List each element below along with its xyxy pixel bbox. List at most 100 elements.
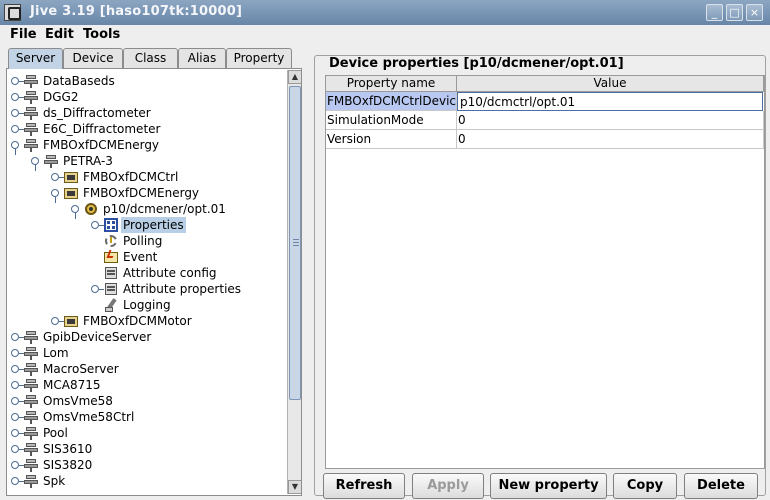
server-tree[interactable]: DataBaseds DGG2 ds_Diffractometer E6C_Diffr…	[6, 68, 302, 496]
collapse-handle-icon[interactable]	[11, 141, 19, 155]
collapse-handle-icon[interactable]	[71, 205, 79, 219]
tree-node[interactable]: Attribute config	[7, 265, 285, 281]
tree-node-label[interactable]: DGG2	[43, 89, 78, 105]
tree-vertical-scrollbar[interactable]: ▲ ▼	[287, 70, 301, 494]
tree-node-label[interactable]: MCA8715	[43, 377, 100, 393]
tree-node-label[interactable]: SIS3610	[43, 441, 92, 457]
collapse-handle-icon[interactable]	[51, 189, 59, 203]
collapse-handle-icon[interactable]	[31, 157, 39, 171]
table-cell-name[interactable]: Version	[326, 130, 457, 149]
tree-node-label[interactable]: DataBaseds	[43, 73, 115, 89]
tree-node[interactable]: MacroServer	[7, 361, 285, 377]
tree-node-label[interactable]: Attribute properties	[123, 281, 241, 297]
tree-node[interactable]: Pool	[7, 425, 285, 441]
tree-node-label[interactable]: OmsVme58	[43, 393, 113, 409]
tree-node[interactable]: p10/dcmener/opt.01	[7, 201, 285, 219]
tab-property[interactable]: Property	[226, 48, 292, 68]
new-property-button[interactable]: New property	[490, 473, 607, 499]
menu-edit[interactable]: Edit	[45, 27, 74, 42]
tree-node[interactable]: Polling	[7, 233, 285, 249]
tree-node-label[interactable]: FMBOxfDCMEnergy	[43, 137, 159, 153]
tree-node-label[interactable]: Properties	[121, 217, 186, 233]
tree-node[interactable]: MCA8715	[7, 377, 285, 393]
apply-button[interactable]: Apply	[412, 473, 484, 499]
tree-node-label[interactable]: SIS3820	[43, 457, 92, 473]
scroll-thumb[interactable]	[289, 86, 301, 400]
tree-node[interactable]: FMBOxfDCMEnergy	[7, 185, 285, 203]
tree-node-label[interactable]: MacroServer	[43, 361, 119, 377]
expand-handle-icon[interactable]	[11, 125, 24, 133]
tree-node[interactable]: OmsVme58	[7, 393, 285, 409]
scroll-down-arrow[interactable]: ▼	[288, 480, 301, 494]
menu-file[interactable]: File	[10, 27, 37, 42]
expand-handle-icon[interactable]	[91, 221, 104, 229]
properties-table[interactable]: Property name Value FMBOxfDCMCtrlDevice …	[325, 75, 765, 469]
tree-node-label[interactable]: Pool	[43, 425, 68, 441]
tree-node[interactable]: DGG2	[7, 89, 285, 105]
tree-node-label[interactable]: Lom	[43, 345, 69, 361]
minimize-button[interactable]: _	[706, 4, 723, 21]
tree-node[interactable]: DataBaseds	[7, 73, 285, 89]
tree-node-label[interactable]: Logging	[123, 297, 171, 313]
tab-class[interactable]: Class	[123, 48, 178, 68]
expand-handle-icon[interactable]	[11, 413, 24, 421]
expand-handle-icon[interactable]	[11, 365, 24, 373]
tree-node[interactable]: Properties	[7, 217, 285, 233]
tree-node[interactable]: SIS3820	[7, 457, 285, 473]
tree-node-label[interactable]: Polling	[123, 233, 162, 249]
tree-node[interactable]: Lom	[7, 345, 285, 361]
tree-node[interactable]: FMBOxfDCMMotor	[7, 313, 285, 329]
refresh-button[interactable]: Refresh	[323, 473, 405, 499]
tree-node-label[interactable]: OmsVme58Ctrl	[43, 409, 134, 425]
tree-node[interactable]: OmsVme58Ctrl	[7, 409, 285, 425]
expand-handle-icon[interactable]	[11, 349, 24, 357]
tree-node-label[interactable]: FMBOxfDCMCtrl	[83, 169, 178, 185]
column-header-name[interactable]: Property name	[326, 76, 457, 92]
table-cell-value[interactable]: 0	[457, 130, 764, 149]
tree-node[interactable]: FMBOxfDCMEnergy	[7, 137, 285, 155]
tree-node[interactable]: SIS3610	[7, 441, 285, 457]
expand-handle-icon[interactable]	[11, 333, 24, 341]
tree-node[interactable]: ds_Diffractometer	[7, 105, 285, 121]
copy-button[interactable]: Copy	[613, 473, 677, 499]
tab-server[interactable]: Server	[8, 48, 63, 69]
tree-node-label[interactable]: p10/dcmener/opt.01	[103, 201, 226, 217]
expand-handle-icon[interactable]	[11, 477, 24, 485]
tree-node[interactable]: Spk	[7, 473, 285, 489]
tree-node-label[interactable]: FMBOxfDCMMotor	[83, 313, 192, 329]
tab-device[interactable]: Device	[63, 48, 123, 68]
expand-handle-icon[interactable]	[11, 381, 24, 389]
scroll-up-arrow[interactable]: ▲	[288, 70, 301, 84]
expand-handle-icon[interactable]	[51, 173, 64, 181]
menu-tools[interactable]: Tools	[83, 27, 120, 42]
expand-handle-icon[interactable]	[11, 461, 24, 469]
tree-node[interactable]: Event	[7, 249, 285, 265]
tree-node-label[interactable]: ds_Diffractometer	[43, 105, 151, 121]
expand-handle-icon[interactable]	[11, 397, 24, 405]
delete-button[interactable]: Delete	[684, 473, 758, 499]
table-cell-value[interactable]: 0	[457, 111, 764, 130]
expand-handle-icon[interactable]	[11, 429, 24, 437]
maximize-button[interactable]: □	[726, 4, 743, 21]
tree-node[interactable]: Logging	[7, 297, 285, 313]
tree-node[interactable]: E6C_Diffractometer	[7, 121, 285, 137]
close-button[interactable]: ×	[746, 4, 763, 21]
tree-node-label[interactable]: GpibDeviceServer	[43, 329, 151, 345]
expand-handle-icon[interactable]	[11, 77, 24, 85]
tree-node[interactable]: PETRA-3	[7, 153, 285, 171]
table-cell-value-editor[interactable]: p10/dcmctrl/opt.01	[457, 92, 763, 111]
table-cell-name[interactable]: SimulationMode	[326, 111, 457, 130]
expand-handle-icon[interactable]	[11, 445, 24, 453]
tree-node-label[interactable]: E6C_Diffractometer	[43, 121, 160, 137]
tree-node-label[interactable]: Attribute config	[123, 265, 217, 281]
app-icon[interactable]	[4, 4, 21, 21]
tree-node-label[interactable]: Event	[123, 249, 157, 265]
tree-node[interactable]: Attribute properties	[7, 281, 285, 297]
tree-node[interactable]: FMBOxfDCMCtrl	[7, 169, 285, 185]
tab-alias[interactable]: Alias	[178, 48, 226, 68]
tree-node-label[interactable]: FMBOxfDCMEnergy	[83, 185, 199, 201]
expand-handle-icon[interactable]	[11, 109, 24, 117]
expand-handle-icon[interactable]	[11, 93, 24, 101]
expand-handle-icon[interactable]	[91, 285, 104, 293]
expand-handle-icon[interactable]	[51, 317, 64, 325]
